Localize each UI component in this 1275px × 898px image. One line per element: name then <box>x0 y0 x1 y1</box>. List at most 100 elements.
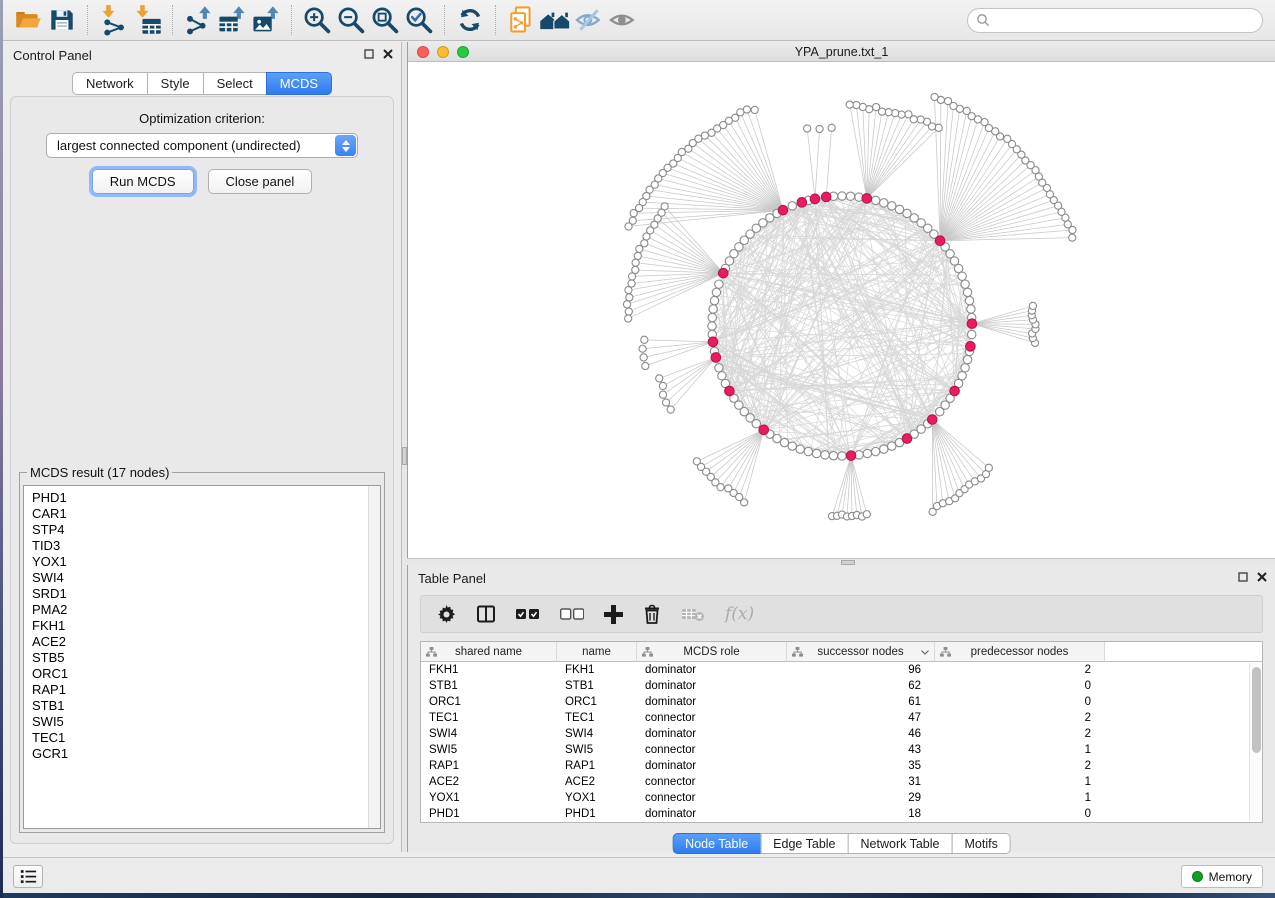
tab-network[interactable]: Network <box>72 72 148 95</box>
cell-MCDS-role[interactable]: dominator <box>637 678 787 694</box>
table-row[interactable]: FKH1FKH1dominator962 <box>421 662 1262 678</box>
cell-name[interactable]: PHD1 <box>557 806 637 822</box>
tab-motifs[interactable]: Motifs <box>951 833 1010 854</box>
function-builder-button[interactable]: f(x) <box>725 604 754 624</box>
cell-successor-nodes[interactable]: 43 <box>787 742 935 758</box>
table-scrollbar[interactable] <box>1249 663 1262 821</box>
float-panel-icon[interactable] <box>1238 572 1248 582</box>
mcds-result-item[interactable]: STP4 <box>24 522 380 538</box>
run-mcds-button[interactable]: Run MCDS <box>92 169 194 194</box>
import-table-button[interactable] <box>130 3 164 37</box>
cell-name[interactable]: ORC1 <box>557 694 637 710</box>
cell-successor-nodes[interactable]: 46 <box>787 726 935 742</box>
cell-name[interactable]: ACE2 <box>557 774 637 790</box>
mcds-result-item[interactable]: FKH1 <box>24 618 380 634</box>
export-table-button[interactable] <box>215 3 249 37</box>
cell-successor-nodes[interactable]: 62 <box>787 678 935 694</box>
cell-name[interactable]: RAP1 <box>557 758 637 774</box>
cell-successor-nodes[interactable]: 96 <box>787 662 935 678</box>
deselect-all-button[interactable] <box>560 608 584 620</box>
network-canvas[interactable] <box>408 62 1275 558</box>
cell-successor-nodes[interactable]: 35 <box>787 758 935 774</box>
cell-shared-name[interactable]: SWI4 <box>421 726 557 742</box>
cell-shared-name[interactable]: RAP1 <box>421 758 557 774</box>
cell-MCDS-role[interactable]: connector <box>637 774 787 790</box>
cell-predecessor-nodes[interactable]: 2 <box>935 710 1105 726</box>
select-all-button[interactable] <box>516 608 540 620</box>
column-layout-button[interactable] <box>476 604 496 624</box>
table-row[interactable]: TEC1TEC1connector472 <box>421 710 1262 726</box>
cell-name[interactable]: STB1 <box>557 678 637 694</box>
table-scrollbar-thumb[interactable] <box>1252 667 1261 753</box>
zoom-out-button[interactable] <box>334 3 368 37</box>
mcds-result-item[interactable]: PMA2 <box>24 602 380 618</box>
cell-successor-nodes[interactable]: 47 <box>787 710 935 726</box>
cell-successor-nodes[interactable]: 29 <box>787 790 935 806</box>
show-all-button[interactable] <box>606 3 640 37</box>
list-scrollbar[interactable] <box>368 486 380 828</box>
delete-table-button[interactable] <box>681 606 705 622</box>
tab-select[interactable]: Select <box>203 72 267 95</box>
horizontal-splitter[interactable] <box>407 558 1275 565</box>
open-file-button[interactable] <box>11 3 45 37</box>
mcds-result-item[interactable]: RAP1 <box>24 682 380 698</box>
new-network-from-selection-button[interactable] <box>504 3 538 37</box>
cell-MCDS-role[interactable]: connector <box>637 742 787 758</box>
cell-successor-nodes[interactable]: 18 <box>787 806 935 822</box>
refresh-button[interactable] <box>453 3 487 37</box>
table-settings-button[interactable] <box>437 605 456 624</box>
cell-MCDS-role[interactable]: connector <box>637 710 787 726</box>
add-column-button[interactable] <box>604 605 623 624</box>
hide-selected-button[interactable] <box>572 3 606 37</box>
column-header-MCDS-role[interactable]: MCDS role <box>637 642 787 662</box>
tab-edge-table[interactable]: Edge Table <box>760 833 848 854</box>
cell-MCDS-role[interactable]: dominator <box>637 758 787 774</box>
save-session-button[interactable] <box>45 3 79 37</box>
mcds-result-item[interactable]: CAR1 <box>24 506 380 522</box>
cell-shared-name[interactable]: ACE2 <box>421 774 557 790</box>
cell-predecessor-nodes[interactable]: 0 <box>935 806 1105 822</box>
cell-predecessor-nodes[interactable]: 2 <box>935 662 1105 678</box>
close-panel-icon[interactable] <box>1257 572 1267 582</box>
cell-shared-name[interactable]: FKH1 <box>421 662 557 678</box>
table-row[interactable]: ACE2ACE2connector311 <box>421 774 1262 790</box>
table-row[interactable]: ORC1ORC1dominator610 <box>421 694 1262 710</box>
table-row[interactable]: PHD1PHD1dominator180 <box>421 806 1262 822</box>
mcds-result-item[interactable]: SWI4 <box>24 570 380 586</box>
mcds-result-item[interactable]: TEC1 <box>24 730 380 746</box>
cell-shared-name[interactable]: YOX1 <box>421 790 557 806</box>
cell-name[interactable]: YOX1 <box>557 790 637 806</box>
cell-shared-name[interactable]: SWI5 <box>421 742 557 758</box>
cell-predecessor-nodes[interactable]: 2 <box>935 726 1105 742</box>
search-input[interactable] <box>990 10 1262 30</box>
mcds-result-item[interactable]: STB1 <box>24 698 380 714</box>
tab-mcds[interactable]: MCDS <box>266 72 332 95</box>
cell-predecessor-nodes[interactable]: 2 <box>935 758 1105 774</box>
cell-MCDS-role[interactable]: dominator <box>637 806 787 822</box>
export-image-button[interactable] <box>249 3 283 37</box>
cell-predecessor-nodes[interactable]: 0 <box>935 678 1105 694</box>
optimization-criterion-select[interactable]: largest connected component (undirected) <box>46 133 358 158</box>
cell-predecessor-nodes[interactable]: 1 <box>935 742 1105 758</box>
column-header-successor-nodes[interactable]: successor nodes <box>787 642 935 662</box>
tab-network-table[interactable]: Network Table <box>848 833 953 854</box>
cell-predecessor-nodes[interactable]: 1 <box>935 774 1105 790</box>
cell-MCDS-role[interactable]: dominator <box>637 726 787 742</box>
cell-name[interactable]: SWI5 <box>557 742 637 758</box>
mcds-result-item[interactable]: TID3 <box>24 538 380 554</box>
cell-predecessor-nodes[interactable]: 1 <box>935 790 1105 806</box>
cell-successor-nodes[interactable]: 61 <box>787 694 935 710</box>
tab-style[interactable]: Style <box>147 72 204 95</box>
cell-MCDS-role[interactable]: dominator <box>637 694 787 710</box>
table-row[interactable]: SWI5SWI5connector431 <box>421 742 1262 758</box>
table-row[interactable]: RAP1RAP1dominator352 <box>421 758 1262 774</box>
mcds-result-item[interactable]: SWI5 <box>24 714 380 730</box>
zoom-selected-button[interactable] <box>402 3 436 37</box>
cell-name[interactable]: TEC1 <box>557 710 637 726</box>
cell-predecessor-nodes[interactable]: 0 <box>935 694 1105 710</box>
cell-shared-name[interactable]: ORC1 <box>421 694 557 710</box>
mcds-result-item[interactable]: SRD1 <box>24 586 380 602</box>
cell-successor-nodes[interactable]: 31 <box>787 774 935 790</box>
close-panel-button[interactable]: Close panel <box>208 169 313 194</box>
column-header-shared-name[interactable]: shared name <box>421 642 557 662</box>
